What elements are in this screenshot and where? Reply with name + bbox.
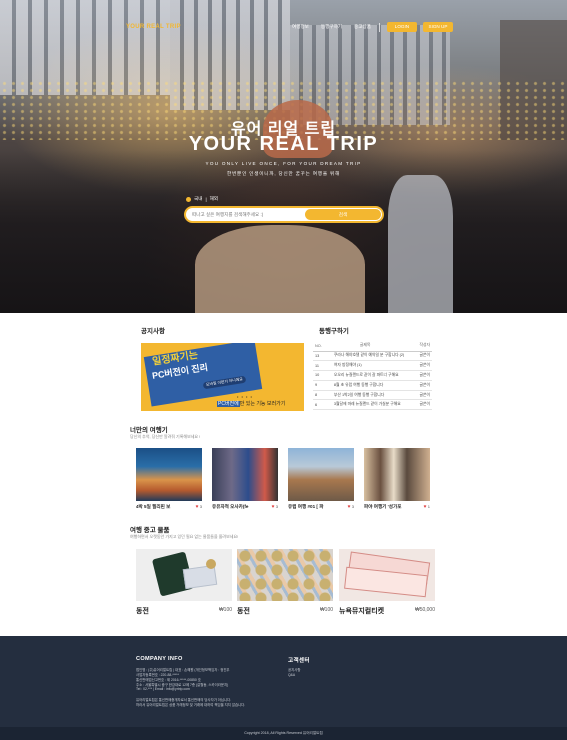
table-header: NO. 글제목 작성자 [313,341,432,352]
search-bar: 검색 [184,206,384,223]
nav-item-companion[interactable]: 동행구하기 [321,24,342,30]
diary-photo-europe [288,448,354,501]
heart-icon[interactable]: ♥ [196,504,199,510]
table-row[interactable]: 6 3월달에 마레 뉴질랜드 같이 가실분 구해요 글쓴이 [313,399,432,411]
diary-card[interactable]: 4박 5일 필리핀 보 ♥ 3 [136,448,202,516]
company-info-line: Tel : 02-*** | Email : info@yrtrip.com [136,687,190,691]
nav-item-info[interactable]: 여행정보 [292,24,309,30]
white-jacket [388,175,453,313]
goods-title: 여행 중고 물품 [130,527,170,534]
region-domestic[interactable]: 국내 [194,196,202,202]
hero-subtitle-kr: 한번뿐인 인생이니까, 당신만 꿈꾸는 여행을 위해 [227,171,340,176]
notice-banner[interactable]: 일정짜기는 PC버전이 진리 모바일 이런거 아니에요 • • • • PC버전… [141,343,304,411]
diary-photo-statues [364,448,430,501]
nav-divider [378,22,380,32]
copyright: Copyright 2018, All Rights Reserved 유어리얼… [244,731,323,735]
radio-dot-icon[interactable] [186,196,191,202]
company-info-title: COMPANY INFO [136,656,183,662]
goods-card[interactable]: 동전 ₩100 [136,549,232,619]
heart-icon[interactable]: ♥ [424,504,427,510]
region-overseas[interactable]: 해외 [210,196,218,202]
goods-photo-coins [237,549,333,601]
site-logo[interactable]: YOUR REAL TRIP [126,24,181,30]
signup-button[interactable]: SIGN UP [422,22,453,32]
customer-center-title: 고객센터 [288,658,310,664]
goods-photo-tickets [339,549,435,601]
diary-photo-osaka [212,448,278,501]
notice-title: 공지사항 [141,328,165,335]
hero-banner: YOUR REAL TRIP 여행정보 동행구하기 중고상품 LOGIN SIG… [0,0,567,313]
goods-subtitle: 여행하면서 오랫동안 가지고 있던 필요 없는 물품들을 올려보세요! [130,534,239,539]
table-row[interactable]: 9 8월 초 유럽 여행 동행 구합니다 글쓴이 [313,380,432,391]
hero-title-en: YOUR REAL TRIP [188,133,379,155]
region-toggle: 국내 | 해외 [186,196,218,202]
goods-photo-wallet [136,549,232,601]
company-info-line: 따라서 유어리얼트립은 상품 거래정보 및 거래에 대하여 책임을 지지 않습니… [136,703,246,707]
footer-link-notice[interactable]: 공지사항 [288,667,300,672]
banner-cta[interactable]: PC버전에만 있는 기능 보러가기 [217,400,285,407]
search-input[interactable] [192,210,302,219]
top-nav: 여행정보 동행구하기 중고상품 LOGIN SIGN UP [292,22,453,32]
fur-hood [195,225,365,313]
diary-card[interactable]: 유럽 여행 #01 [ 파 ♥ 3 [288,448,354,516]
heart-icon[interactable]: ♥ [348,504,351,510]
goods-card[interactable]: 동전 ₩100 [237,549,333,619]
heart-icon[interactable]: ♥ [272,504,275,510]
diary-title: 너만의 여행기 [130,427,168,434]
nav-item-goods[interactable]: 중고상품 [354,24,371,30]
table-row[interactable]: 10 오오리 뉴질랜드로 같이 갈 파트너 구해요 글쓴이 [313,370,432,381]
companion-title: 동행구하기 [319,328,349,335]
footer: COMPANY INFO 법인명 : (주)유어리얼트립 | 대표 : 손혜원 … [0,636,567,740]
table-row[interactable]: 8 부산 1박2일 여행 동행 구합니다 글쓴이 [313,390,432,401]
col-title: 글제목 [325,341,405,352]
diary-card[interactable]: 파야 여행기 '성가포 ♥ 1 [364,448,430,516]
diary-subtitle: 당신의 추억, 당신만 알려줘 기록해보세요 ! [130,434,201,439]
login-button[interactable]: LOGIN [386,22,417,32]
diary-card[interactable]: 유유자적 오사카(fe ♥ 3 [212,448,278,516]
col-no: NO. [313,341,326,352]
banner-dots: • • • • [237,394,253,399]
hero-subtitle-en: YOU ONLY LIVE ONCE, FOR YOUR DREAM TRIP [205,161,362,166]
table-row[interactable]: 11 여자 방정해야 (1) 글쓴이 [313,360,432,372]
goods-card[interactable]: 뉴욕뮤지컬티켓 ₩50,000 [339,549,435,619]
diary-photo-reef [136,448,202,501]
footer-link-qna[interactable]: Q&A [288,673,295,677]
companion-table: NO. 글제목 작성자 13 쿠라나 해야호텔 같이 예약일 분 구합니다 (2)… [313,341,432,411]
search-button[interactable]: 검색 [305,209,381,220]
table-row[interactable]: 13 쿠라나 해야호텔 같이 예약일 분 구합니다 (2) 글쓴이 [313,351,432,362]
col-author: 작성자 [404,341,432,352]
